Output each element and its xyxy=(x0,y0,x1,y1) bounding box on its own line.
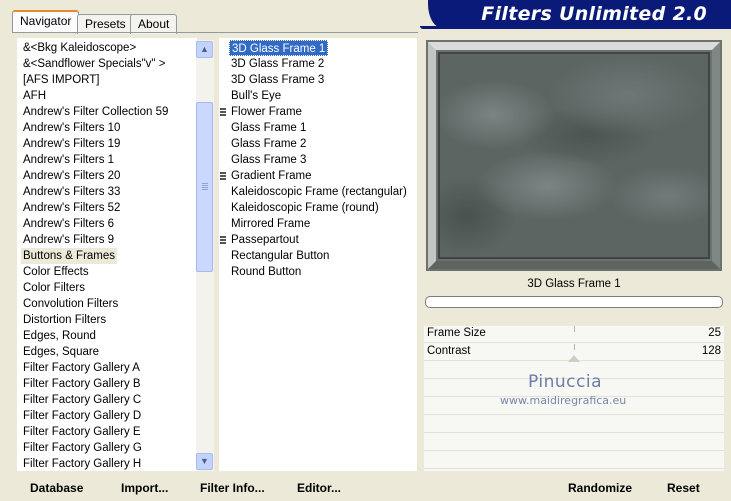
filter-item[interactable]: Flower Frame xyxy=(220,104,304,120)
preview-image xyxy=(426,40,722,271)
category-item[interactable]: AFH xyxy=(21,88,48,104)
tab-baseline xyxy=(12,32,418,33)
category-item[interactable]: &<Sandflower Specials"v" > xyxy=(21,56,167,72)
param-row-empty xyxy=(424,434,724,451)
category-item[interactable]: Andrew's Filters 10 xyxy=(21,120,122,136)
category-item[interactable]: Andrew's Filters 52 xyxy=(21,200,122,216)
param-row-frame-size[interactable]: Frame Size 25 xyxy=(424,326,724,343)
param-row-empty xyxy=(424,416,724,433)
import-button[interactable]: Import... xyxy=(121,479,168,497)
filter-item-label: Bull's Eye xyxy=(231,90,282,102)
slider-tick xyxy=(574,344,575,350)
filter-item[interactable]: Kaleidoscopic Frame (rectangular) xyxy=(229,184,409,200)
category-item[interactable]: Andrew's Filters 20 xyxy=(21,168,122,184)
category-item[interactable]: Filter Factory Gallery B xyxy=(21,376,143,392)
filter-item-label: 3D Glass Frame 2 xyxy=(231,58,325,70)
filter-item[interactable]: Round Button xyxy=(229,264,303,280)
filter-item[interactable]: 3D Glass Frame 2 xyxy=(229,56,326,72)
filter-item[interactable]: Rectangular Button xyxy=(229,248,331,264)
param-row-empty xyxy=(424,452,724,469)
param-name: Contrast xyxy=(427,345,471,357)
slider-pointer-icon xyxy=(568,355,580,362)
filter-item-label: Glass Frame 3 xyxy=(231,154,307,166)
filter-item-label: Passepartout xyxy=(231,234,299,246)
editor-button[interactable]: Editor... xyxy=(297,479,341,497)
category-item[interactable]: Filter Factory Gallery D xyxy=(21,408,143,424)
filter-info-button[interactable]: Filter Info... xyxy=(200,479,265,497)
filter-item[interactable]: Kaleidoscopic Frame (round) xyxy=(229,200,381,216)
category-item[interactable]: Andrew's Filters 33 xyxy=(21,184,122,200)
grip-icon xyxy=(220,236,226,245)
tab-about[interactable]: About xyxy=(130,14,178,34)
filter-item[interactable]: 3D Glass Frame 1 xyxy=(229,40,329,56)
filter-item-label: 3D Glass Frame 1 xyxy=(232,43,326,55)
filter-item-label: Glass Frame 2 xyxy=(231,138,307,150)
category-item[interactable]: Edges, Square xyxy=(21,344,101,360)
param-value: 25 xyxy=(708,327,721,339)
category-list[interactable]: &<Bkg Kaleidoscope> &<Sandflower Specials… xyxy=(17,38,197,471)
scroll-thumb[interactable] xyxy=(196,102,213,272)
filter-item-label: 3D Glass Frame 3 xyxy=(231,74,325,86)
category-item[interactable]: Andrew's Filters 1 xyxy=(21,152,116,168)
category-item[interactable]: Andrew's Filter Collection 59 xyxy=(21,104,170,120)
watermark-name: Pinuccia xyxy=(528,372,602,392)
category-item[interactable]: Buttons & Frames xyxy=(21,248,118,264)
filter-list[interactable]: 3D Glass Frame 1 3D Glass Frame 2 3D Glass… xyxy=(219,38,417,471)
category-item[interactable]: &<Bkg Kaleidoscope> xyxy=(21,40,138,56)
category-item[interactable]: Filter Factory Gallery G xyxy=(21,440,144,456)
filter-item[interactable]: Glass Frame 1 xyxy=(229,120,308,136)
watermark-url: www.maidiregrafica.eu xyxy=(500,394,627,407)
category-item[interactable]: Color Effects xyxy=(21,264,91,280)
param-value: 128 xyxy=(701,345,721,357)
filter-item-label: Flower Frame xyxy=(231,106,302,118)
filter-item-label: Kaleidoscopic Frame (rectangular) xyxy=(231,186,407,198)
filter-item[interactable]: 3D Glass Frame 3 xyxy=(229,72,326,88)
filter-item[interactable]: Passepartout xyxy=(220,232,301,248)
filter-item-label: Kaleidoscopic Frame (round) xyxy=(231,202,379,214)
category-item[interactable]: Filter Factory Gallery C xyxy=(21,392,143,408)
category-item[interactable]: Filter Factory Gallery H xyxy=(21,456,143,471)
filter-item-label: Gradient Frame xyxy=(231,170,312,182)
filter-item[interactable]: Glass Frame 3 xyxy=(229,152,308,168)
category-item[interactable]: Edges, Round xyxy=(21,328,98,344)
filter-item-label: Rectangular Button xyxy=(231,250,330,262)
param-name: Frame Size xyxy=(427,327,486,339)
grip-icon xyxy=(220,172,226,181)
category-item[interactable]: Andrew's Filters 19 xyxy=(21,136,122,152)
category-item[interactable]: [AFS IMPORT] xyxy=(21,72,101,88)
filter-item-label: Round Button xyxy=(231,266,302,278)
filter-item[interactable]: Bull's Eye xyxy=(229,88,283,104)
preview-filter-name: 3D Glass Frame 1 xyxy=(527,278,621,290)
app-title-banner: Filters Unlimited 2.0 xyxy=(428,0,731,28)
filter-item-label: Glass Frame 1 xyxy=(231,122,307,134)
category-item[interactable]: Distortion Filters xyxy=(21,312,108,328)
database-button[interactable]: Database xyxy=(30,479,83,497)
category-item[interactable]: Color Filters xyxy=(21,280,87,296)
filter-item[interactable]: Mirrored Frame xyxy=(229,216,312,232)
tab-navigator[interactable]: Navigator xyxy=(12,10,80,33)
category-item[interactable]: Andrew's Filters 6 xyxy=(21,216,116,232)
filter-item-label: Mirrored Frame xyxy=(231,218,311,230)
category-item[interactable]: Convolution Filters xyxy=(21,296,120,312)
category-scrollbar[interactable]: ▲ ▼ xyxy=(196,40,214,471)
scroll-up-icon[interactable]: ▲ xyxy=(196,41,213,58)
preview-texture xyxy=(438,52,710,259)
filter-item[interactable]: Glass Frame 2 xyxy=(229,136,308,152)
category-item[interactable]: Filter Factory Gallery A xyxy=(21,360,142,376)
scroll-down-icon[interactable]: ▼ xyxy=(196,453,213,470)
category-item[interactable]: Andrew's Filters 9 xyxy=(21,232,116,248)
category-item[interactable]: Filter Factory Gallery E xyxy=(21,424,143,440)
grip-icon xyxy=(220,108,226,117)
randomize-button[interactable]: Randomize xyxy=(568,479,632,497)
slider-tick xyxy=(574,326,575,332)
reset-button[interactable]: Reset xyxy=(667,479,700,497)
tab-presets[interactable]: Presets xyxy=(77,14,134,34)
progress-bar xyxy=(425,296,723,308)
filter-item[interactable]: Gradient Frame xyxy=(220,168,314,184)
